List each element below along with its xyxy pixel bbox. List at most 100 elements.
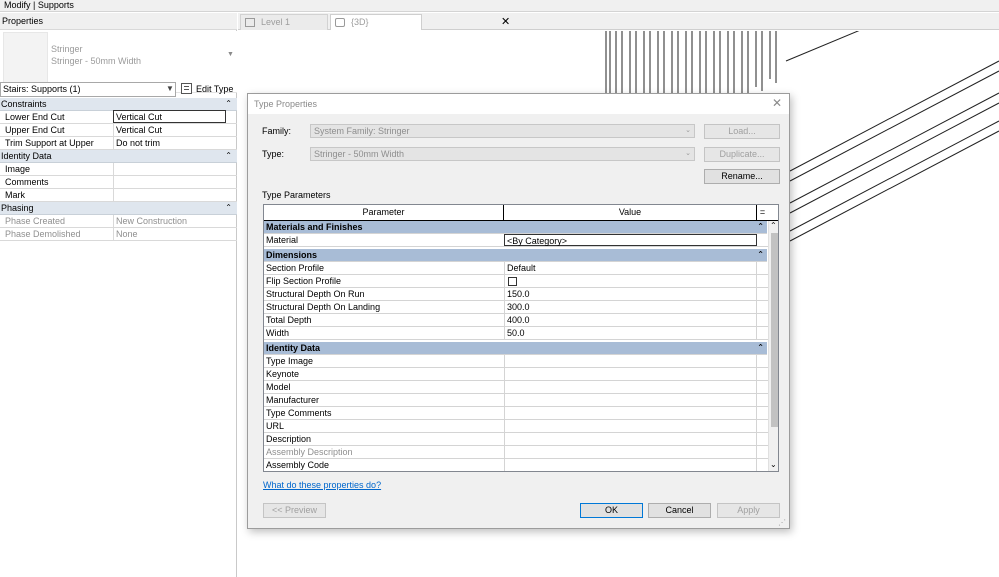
scrollbar-thumb[interactable]: [771, 233, 778, 427]
property-row: Phase Demolished None: [0, 228, 237, 241]
parameter-name: Assembly Description: [266, 447, 353, 457]
parameter-value[interactable]: [504, 381, 757, 393]
property-name: Comments: [5, 177, 49, 187]
parameter-name: Total Depth: [266, 315, 312, 325]
parameter-row[interactable]: Section Profile Default: [264, 262, 768, 275]
chevron-down-icon[interactable]: ▼: [166, 84, 174, 93]
collapse-icon[interactable]: ⌃: [225, 150, 232, 162]
group-header-dimensions[interactable]: Dimensions ⌃: [264, 249, 767, 262]
context-title: Modify | Supports: [4, 0, 74, 10]
scroll-up-icon[interactable]: ⌃: [770, 221, 777, 230]
scroll-down-icon[interactable]: ⌄: [770, 460, 777, 469]
parameter-row[interactable]: Description: [264, 433, 768, 446]
tab-label: Level 1: [261, 17, 291, 27]
parameter-row[interactable]: Manufacturer: [264, 394, 768, 407]
parameter-row[interactable]: Model: [264, 381, 768, 394]
parameter-row[interactable]: Material <By Category>: [264, 234, 768, 247]
collapse-icon[interactable]: ⌃: [225, 98, 232, 110]
floor-plan-icon: [245, 18, 255, 27]
property-row[interactable]: Comments: [0, 176, 237, 189]
resize-grip-icon[interactable]: ⋰: [778, 518, 786, 527]
group-header-identity-data[interactable]: Identity Data ⌃: [264, 342, 767, 355]
duplicate-button[interactable]: Duplicate...: [704, 147, 780, 162]
parameter-value[interactable]: 150.0: [504, 288, 757, 300]
parameter-value[interactable]: [504, 433, 757, 445]
parameter-row[interactable]: Total Depth 400.0: [264, 314, 768, 327]
parameter-value[interactable]: 300.0: [504, 301, 757, 313]
family-value: System Family: Stringer: [314, 126, 410, 136]
group-header-identity-data[interactable]: Identity Data ⌃: [0, 150, 237, 163]
property-value[interactable]: Vertical Cut: [113, 110, 226, 123]
ok-button[interactable]: OK: [580, 503, 643, 518]
collapse-icon[interactable]: ⌃: [757, 249, 764, 261]
property-value[interactable]: [113, 176, 226, 188]
close-icon[interactable]: ✕: [772, 96, 782, 110]
column-header-parameter[interactable]: Parameter: [264, 205, 504, 220]
parameter-value[interactable]: [504, 446, 757, 458]
dialog-title-bar[interactable]: Type Properties ✕: [248, 94, 789, 114]
property-row[interactable]: Trim Support at Upper Do not trim: [0, 137, 237, 150]
parameter-value[interactable]: [504, 394, 757, 406]
instance-filter-dropdown[interactable]: Stairs: Supports (1): [0, 82, 176, 97]
parameter-name: Structural Depth On Run: [266, 289, 365, 299]
type-dropdown[interactable]: Stringer - 50mm Width ⌄: [310, 147, 695, 161]
apply-button[interactable]: Apply: [717, 503, 780, 518]
parameter-value[interactable]: 50.0: [504, 327, 757, 339]
property-row[interactable]: Mark: [0, 189, 237, 202]
property-value[interactable]: Do not trim: [113, 137, 226, 149]
tab-level-1[interactable]: Level 1: [240, 14, 328, 30]
parameter-value[interactable]: [504, 407, 757, 419]
close-icon[interactable]: ✕: [501, 15, 510, 30]
property-value[interactable]: [113, 189, 226, 201]
tab-3d[interactable]: {3D} ✕: [330, 14, 510, 30]
parameter-row[interactable]: Type Image: [264, 355, 768, 368]
group-title: Phasing: [1, 203, 34, 213]
column-header-value[interactable]: Value: [504, 205, 757, 220]
chevron-down-icon[interactable]: ▼: [227, 51, 234, 58]
parameter-value[interactable]: <By Category>: [504, 234, 757, 246]
property-row[interactable]: Lower End Cut Vertical Cut: [0, 110, 237, 124]
collapse-icon[interactable]: ⌃: [757, 221, 764, 233]
group-title: Materials and Finishes: [266, 222, 363, 232]
formula-column-header[interactable]: =: [757, 205, 768, 220]
parameter-value[interactable]: [504, 459, 757, 471]
help-link[interactable]: What do these properties do?: [263, 480, 381, 490]
collapse-icon[interactable]: ⌃: [757, 342, 764, 354]
chevron-down-icon: ⌄: [685, 150, 691, 157]
type-parameters-label: Type Parameters: [262, 190, 331, 200]
parameter-row[interactable]: Keynote: [264, 368, 768, 381]
family-dropdown[interactable]: System Family: Stringer ⌄: [310, 124, 695, 138]
parameter-row[interactable]: Structural Depth On Landing 300.0: [264, 301, 768, 314]
group-header-materials[interactable]: Materials and Finishes ⌃: [264, 221, 767, 234]
vertical-scrollbar[interactable]: ⌃ ⌄: [768, 221, 778, 471]
parameter-row[interactable]: Type Comments: [264, 407, 768, 420]
property-row[interactable]: Upper End Cut Vertical Cut: [0, 124, 237, 137]
parameter-row[interactable]: URL: [264, 420, 768, 433]
collapse-icon[interactable]: ⌃: [225, 202, 232, 214]
parameter-row[interactable]: Structural Depth On Run 150.0: [264, 288, 768, 301]
parameter-value[interactable]: 400.0: [504, 314, 757, 326]
property-value[interactable]: Vertical Cut: [113, 124, 226, 136]
parameter-row[interactable]: Assembly Code: [264, 459, 768, 471]
edit-type-icon: [181, 83, 192, 94]
parameter-name: Model: [266, 382, 291, 392]
parameter-value[interactable]: [504, 368, 757, 380]
parameter-value[interactable]: Default: [504, 262, 757, 274]
property-name: Upper End Cut: [5, 125, 65, 135]
property-row[interactable]: Image: [0, 163, 237, 176]
rename-button[interactable]: Rename...: [704, 169, 780, 184]
preview-button[interactable]: << Preview: [263, 503, 326, 518]
load-button[interactable]: Load...: [704, 124, 780, 139]
parameter-value[interactable]: [504, 420, 757, 432]
group-header-phasing[interactable]: Phasing ⌃: [0, 202, 237, 215]
parameter-name: Assembly Code: [266, 460, 330, 470]
family-label: Family:: [262, 126, 291, 136]
parameter-row[interactable]: Width 50.0: [264, 327, 768, 340]
flip-section-profile-checkbox[interactable]: [508, 277, 517, 286]
cancel-button[interactable]: Cancel: [648, 503, 711, 518]
property-value[interactable]: [113, 163, 226, 175]
parameter-row[interactable]: Assembly Description: [264, 446, 768, 459]
edit-type-button[interactable]: Edit Type: [179, 81, 236, 97]
parameter-row[interactable]: Flip Section Profile: [264, 275, 768, 288]
parameter-value[interactable]: [504, 355, 757, 367]
